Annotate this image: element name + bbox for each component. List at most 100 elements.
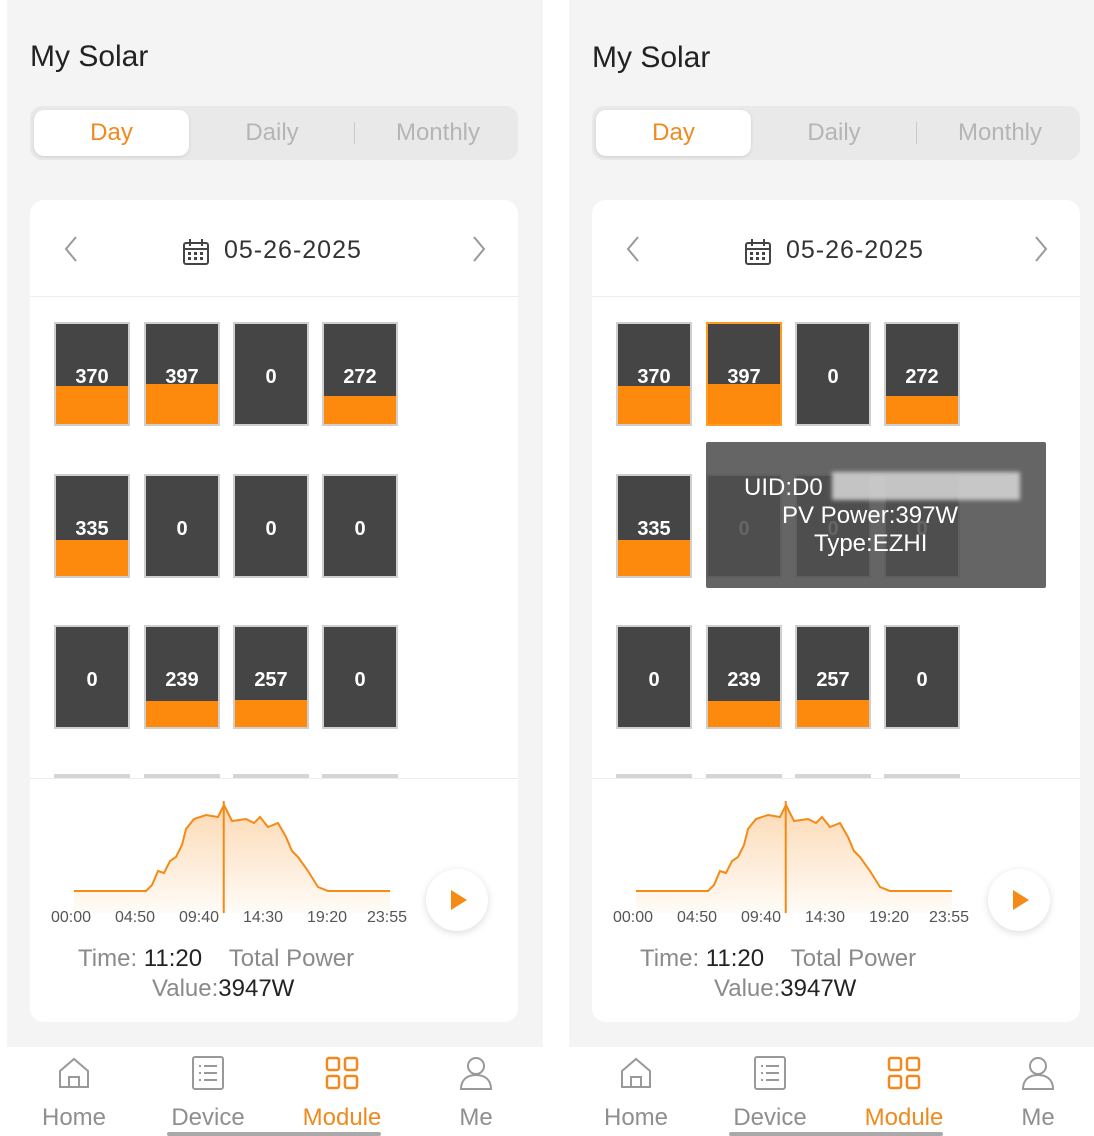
tab-me-label: Me [1021,1104,1055,1131]
panel-power-value: 272 [343,366,377,388]
x-tick-label: 19:20 [869,909,910,926]
x-tick-label: 04:50 [115,909,156,926]
panel-power-value: 370 [637,366,671,388]
power-curve-chart[interactable] [74,801,394,913]
module-panel[interactable]: 0 [233,474,309,578]
x-tick-label: 00:00 [51,909,92,926]
total-power-label: Total Power [228,945,355,972]
module-panel[interactable]: 272 [884,322,960,426]
module-panel[interactable]: 397 [706,322,782,426]
tab-module-label: Module [864,1104,944,1131]
module-panel[interactable]: 370 [54,322,130,426]
panel-power-value: 335 [75,518,109,540]
selected-date[interactable]: 05-26-2025 [224,236,362,265]
segment-divider [916,122,917,144]
tab-daily[interactable]: Daily [206,106,338,160]
tab-module[interactable]: Module [837,1047,971,1136]
tab-module[interactable]: Module [275,1047,409,1136]
tab-device[interactable]: Device [141,1047,275,1136]
tab-home-label: Home [603,1104,669,1131]
next-date-icon[interactable] [1028,234,1052,264]
tab-day[interactable]: Day [596,110,751,156]
panel-power-value: 257 [254,669,288,691]
total-power-value: 3947W [780,975,857,1002]
module-panel[interactable]: 0 [322,474,398,578]
panel-power-fill [235,700,307,727]
previous-date-icon[interactable] [60,234,84,264]
tab-day[interactable]: Day [34,110,189,156]
panel-power-value: 0 [265,518,277,540]
module-panel[interactable]: 0 [795,322,871,426]
user-icon [459,1057,493,1090]
module-panel[interactable]: 0 [322,625,398,729]
module-panel[interactable]: 0 [54,625,130,729]
total-power-label: Total Power [790,945,917,972]
module-panel[interactable]: 0 [616,625,692,729]
user-icon [1021,1057,1055,1090]
tooltip-uid: UID:D0 [744,474,823,501]
next-date-icon[interactable] [466,234,490,264]
tab-device[interactable]: Device [703,1047,837,1136]
panel-power-value: 239 [165,669,199,691]
panel-power-value: 272 [905,366,939,388]
module-tooltip: UID:D0 PV Power:397W Type:EZHI [706,442,1046,588]
module-panel[interactable]: 397 [144,322,220,426]
tab-me[interactable]: Me [971,1047,1094,1136]
segment-divider [354,122,355,144]
tab-module-label: Module [302,1104,382,1131]
value-label: Value: [152,975,219,1002]
total-power-value: 3947W [218,975,295,1002]
bottom-tab-bar: Home Device Module Me [569,1047,1094,1136]
x-tick-label: 04:50 [677,909,718,926]
time-label: Time: [78,945,138,972]
value-readout: Value:3947W [152,975,294,1003]
page-title: My Solar [592,41,711,74]
tooltip-pv-power: PV Power:397W [782,502,959,529]
tab-home[interactable]: Home [569,1047,703,1136]
play-icon [1013,890,1029,910]
module-panel[interactable]: 335 [54,474,130,578]
tab-monthly[interactable]: Monthly [932,106,1068,160]
play-icon [451,890,467,910]
tab-home-label: Home [41,1104,107,1131]
tab-home[interactable]: Home [7,1047,141,1136]
time-value: 11:20 [143,945,203,972]
x-tick-label: 14:30 [243,909,284,926]
x-tick-label: 19:20 [307,909,348,926]
module-panel[interactable]: 257 [795,625,871,729]
panel-power-value: 239 [727,669,761,691]
power-curve-chart[interactable] [636,801,956,913]
play-button[interactable] [426,869,488,931]
calendar-icon[interactable] [182,238,210,266]
module-panel[interactable]: 239 [706,625,782,729]
module-panel[interactable]: 0 [144,474,220,578]
tooltip-type: Type:EZHI [814,530,928,557]
module-panel[interactable]: 272 [322,322,398,426]
module-panel[interactable]: 239 [144,625,220,729]
time-label: Time: [640,945,700,972]
tab-monthly[interactable]: Monthly [370,106,506,160]
x-tick-label: 23:55 [929,909,970,926]
module-panel-partial [54,774,130,778]
device-list-icon [754,1056,786,1090]
previous-date-icon[interactable] [622,234,646,264]
play-button[interactable] [988,869,1050,931]
x-tick-label: 09:40 [741,909,782,926]
tab-me[interactable]: Me [409,1047,543,1136]
calendar-icon[interactable] [744,238,772,266]
redacted-uid [832,472,1020,500]
module-grid-icon [325,1056,359,1090]
home-indicator [167,1132,381,1136]
x-tick-label: 23:55 [367,909,408,926]
module-panel[interactable]: 370 [616,322,692,426]
module-panel[interactable]: 335 [616,474,692,578]
panel-power-fill [618,386,690,424]
time-readout: Time: 11:20 Total Power [78,945,354,973]
panel-power-fill [56,540,128,576]
module-panel[interactable]: 257 [233,625,309,729]
module-panel[interactable]: 0 [233,322,309,426]
panel-power-value: 0 [86,669,98,691]
tab-daily[interactable]: Daily [768,106,900,160]
module-panel[interactable]: 0 [884,625,960,729]
selected-date[interactable]: 05-26-2025 [786,236,924,265]
